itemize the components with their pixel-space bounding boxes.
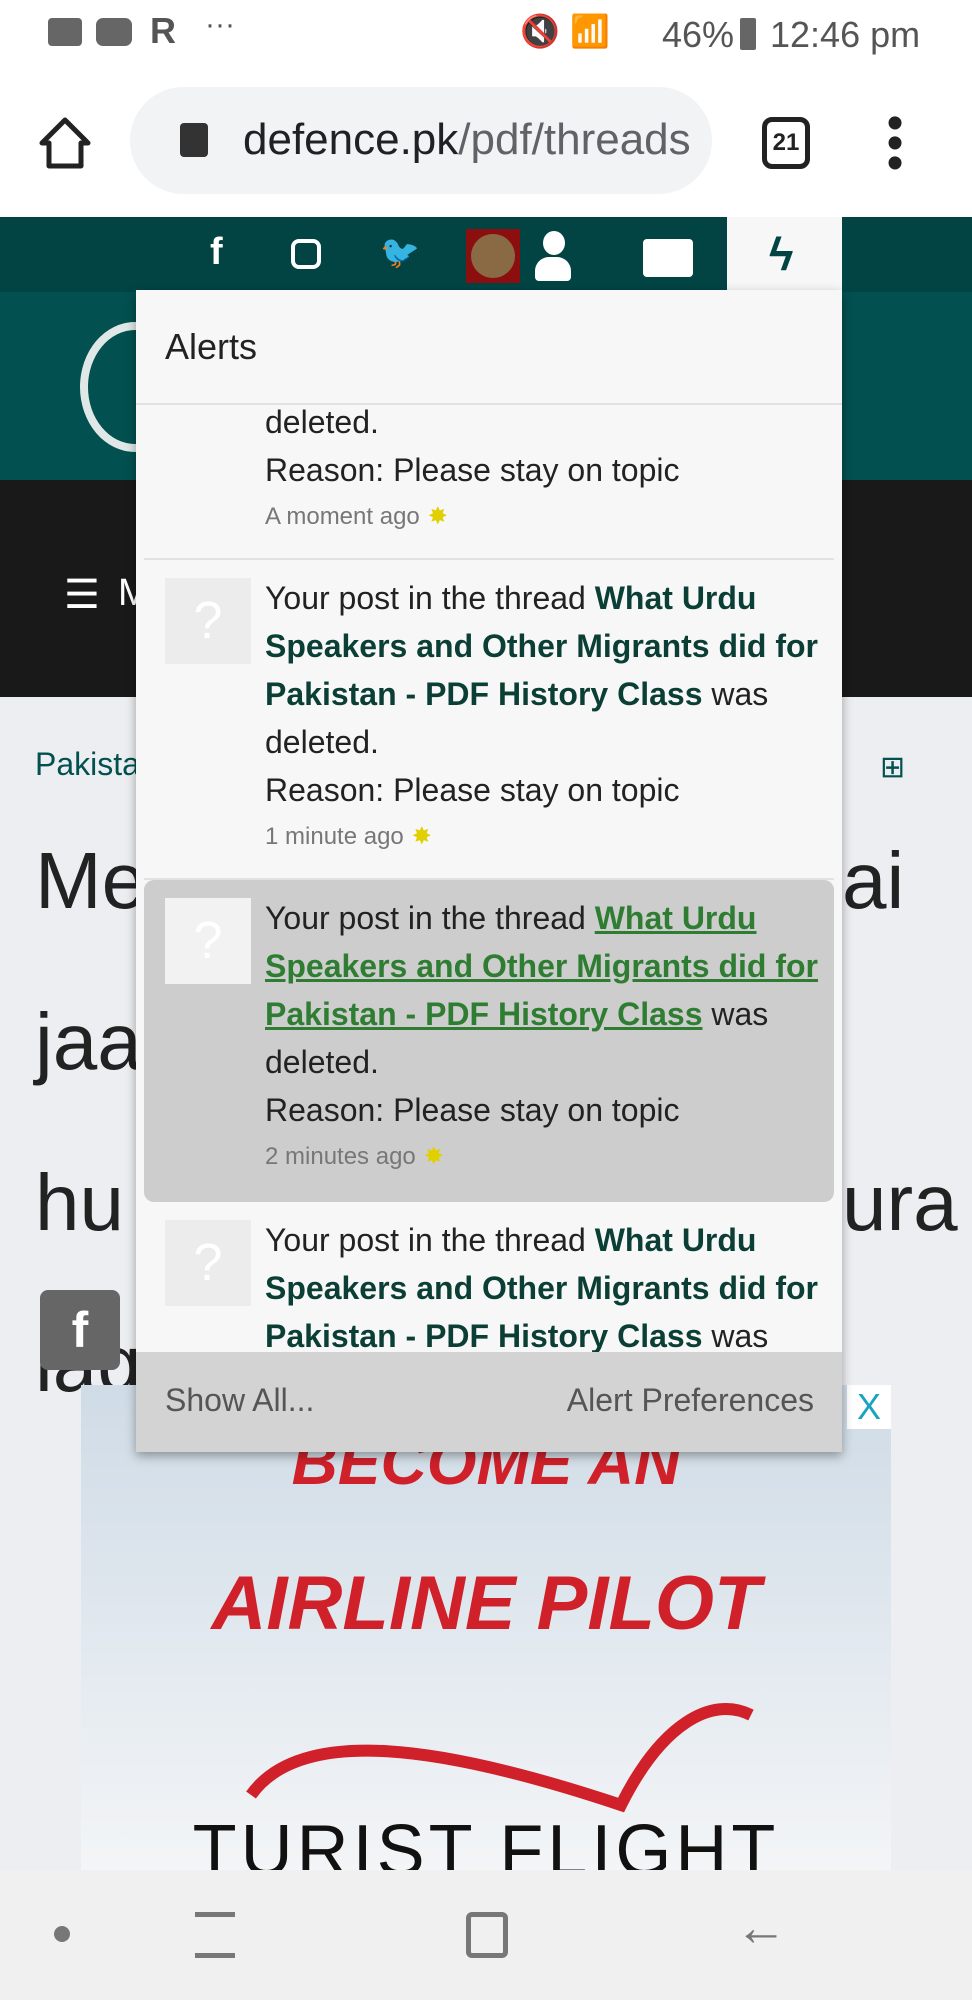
alert-item[interactable]: ? Your post in the thread What Urdu Spea… — [144, 405, 834, 560]
lightning-icon: ϟ — [769, 228, 794, 280]
title-fragment: ura — [842, 1158, 958, 1247]
advertisement[interactable]: BECOME AN AIRLINE PILOT TURIST FLIGHT X — [81, 1385, 891, 1870]
ad-line2: AIRLINE PILOT — [211, 1561, 761, 1646]
nav-dot-icon[interactable] — [54, 1926, 70, 1942]
avatar-placeholder-icon: ? — [165, 898, 251, 984]
alert-prefix: Your post in the thread — [265, 900, 595, 936]
alert-preferences-link[interactable]: Alert Preferences — [567, 1382, 814, 1419]
instagram-icon[interactable] — [291, 239, 321, 269]
alerts-list[interactable]: ? Your post in the thread What Urdu Spea… — [136, 405, 842, 1352]
voicemail-icon — [48, 18, 82, 46]
ad-brand: TURIST FLIGHT — [192, 1811, 780, 1870]
wifi-signal-icon: 📶 — [570, 13, 610, 49]
clock: 12:46 pm — [770, 14, 921, 55]
alert-item[interactable]: ? Your post in the thread What Urdu Spea… — [144, 560, 834, 880]
alert-text: Your post in the thread What Urdu Speake… — [265, 574, 835, 814]
ad-close-button[interactable]: X — [847, 1385, 891, 1429]
alert-reason: Reason: Please stay on topic — [265, 772, 680, 808]
new-alert-star-icon: ✸ — [411, 823, 432, 850]
sitemap-icon[interactable]: ⊞ — [880, 750, 905, 785]
alert-timestamp: A moment ago — [265, 503, 420, 530]
title-fragment: ai — [842, 836, 905, 925]
url-path: /pdf/threads — [458, 115, 691, 164]
alert-text: Your post in the thread What Urdu Speake… — [265, 894, 835, 1134]
breadcrumb[interactable]: Pakista — [35, 746, 140, 783]
avatar-placeholder-icon: ? — [165, 578, 251, 664]
r-icon: R — [150, 10, 176, 51]
youtube-icon — [96, 18, 132, 46]
lock-icon — [180, 123, 208, 157]
battery-icon — [740, 18, 756, 50]
facebook-icon[interactable]: f — [210, 231, 223, 274]
site-top-bar: f 🐦 ϟ — [0, 217, 972, 292]
hamburger-icon[interactable]: ☰ — [64, 572, 100, 618]
ad-brand-logo — [246, 1703, 754, 1813]
alert-time: 1 minute ago ✸ — [265, 822, 432, 851]
alert-timestamp: 2 minutes ago — [265, 1143, 416, 1170]
menu-kebab-icon[interactable]: • • • — [885, 100, 905, 188]
alert-item[interactable]: ? Your post in the thread What Urdu Spea… — [144, 880, 834, 1202]
alert-prefix: Your post in the thread — [265, 580, 595, 616]
alerts-footer: Show All... Alert Preferences — [136, 1352, 842, 1452]
alert-timestamp: 1 minute ago — [265, 823, 404, 850]
alerts-popup: Alerts ? Your post in the thread What Ur… — [136, 290, 842, 1452]
page-title-right: ai ura — [842, 800, 958, 1283]
avatar-placeholder-icon: ? — [165, 1220, 251, 1306]
mute-icon: 🔇 — [520, 13, 560, 49]
alert-reason: Reason: Please stay on topic — [265, 1092, 680, 1128]
alerts-tab[interactable]: ϟ — [727, 217, 842, 292]
alert-suffix: was deleted. — [265, 405, 379, 440]
home-button-icon[interactable] — [466, 1912, 508, 1958]
new-alert-star-icon: ✸ — [423, 1143, 444, 1170]
alert-time: 2 minutes ago ✸ — [265, 1142, 444, 1171]
show-all-link[interactable]: Show All... — [165, 1382, 314, 1419]
status-bar: R ··· 🔇 📶 46% 12:46 pm — [0, 0, 972, 70]
account-icon[interactable] — [535, 231, 571, 281]
title-line: Me — [35, 836, 147, 925]
new-alert-star-icon: ✸ — [427, 503, 448, 530]
title-line: hu — [35, 1158, 124, 1247]
title-line: jaa — [35, 997, 142, 1086]
tab-count-button[interactable]: 21 — [762, 117, 810, 169]
home-icon[interactable] — [38, 116, 92, 170]
url-domain: defence.pk — [243, 115, 459, 164]
alert-item[interactable]: ? Your post in the thread What Urdu Spea… — [144, 1202, 834, 1352]
android-nav-bar: ← — [0, 1870, 972, 2000]
battery-percent: 46% — [662, 14, 735, 55]
back-icon[interactable]: ← — [735, 1898, 787, 1958]
inbox-icon[interactable] — [643, 239, 693, 277]
more-notifications-icon: ··· — [205, 8, 235, 41]
alert-text: Your post in the thread What Urdu Speake… — [265, 1216, 835, 1352]
facebook-share-button[interactable]: f — [40, 1290, 120, 1370]
twitter-icon[interactable]: 🐦 — [380, 233, 420, 271]
alert-text: Your post in the thread What Urdu Speake… — [265, 405, 835, 494]
alert-prefix: Your post in the thread — [265, 1222, 595, 1258]
recent-apps-icon[interactable] — [195, 1912, 235, 1958]
alert-reason: Reason: Please stay on topic — [265, 452, 680, 488]
address-bar[interactable]: defence.pk/pdf/threads — [130, 87, 712, 194]
alert-time: A moment ago ✸ — [265, 502, 448, 531]
user-avatar[interactable] — [466, 229, 520, 283]
alerts-title: Alerts — [136, 290, 842, 405]
